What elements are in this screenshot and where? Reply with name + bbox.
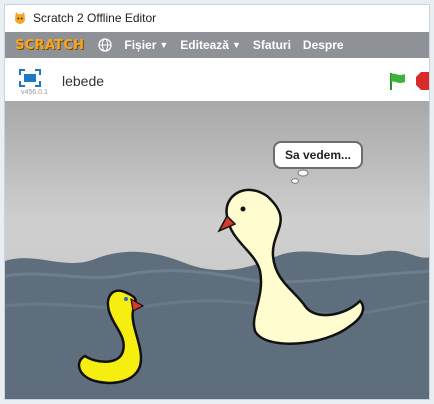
green-flag-icon[interactable]	[388, 71, 408, 91]
title-bar: Scratch 2 Offline Editor	[5, 5, 429, 31]
menu-tips-label: Sfaturi	[252, 38, 291, 52]
globe-icon[interactable]	[98, 38, 113, 52]
scratch-logo[interactable]: SCRATCH	[15, 38, 84, 53]
scratch-cat-icon	[13, 11, 27, 25]
menu-about[interactable]: Despre	[303, 38, 344, 52]
menu-about-label: Despre	[302, 38, 344, 52]
menu-edit[interactable]: Editează ▼	[180, 38, 241, 52]
caret-down-icon: ▼	[231, 40, 241, 50]
menu-file[interactable]: Fișier ▼	[124, 38, 168, 52]
menu-bar: SCRATCH Fișier ▼ Editează ▼ Sfaturi Desp…	[5, 32, 429, 58]
stage-canvas[interactable]: Sa vedem...	[5, 101, 429, 399]
menu-tips[interactable]: Sfaturi	[253, 38, 291, 52]
menu-file-label: Fișier	[124, 38, 157, 52]
window-title: Scratch 2 Offline Editor	[33, 11, 157, 25]
speech-bubble: Sa vedem...	[273, 141, 363, 169]
version-label: v456.0.1	[21, 89, 48, 96]
caret-down-icon: ▼	[159, 40, 169, 50]
speech-bubble-text: Sa vedem...	[284, 148, 352, 162]
menu-edit-label: Editează	[180, 38, 229, 52]
stop-icon[interactable]	[415, 71, 429, 91]
stage-scene	[5, 169, 429, 399]
stage-header: lebede v456.0.1	[5, 59, 429, 101]
thought-dots	[291, 169, 309, 184]
fullscreen-toggle-icon[interactable]	[19, 69, 41, 87]
project-name[interactable]: lebede	[62, 73, 104, 89]
app-window: Scratch 2 Offline Editor SCRATCH Fișier …	[4, 4, 430, 400]
